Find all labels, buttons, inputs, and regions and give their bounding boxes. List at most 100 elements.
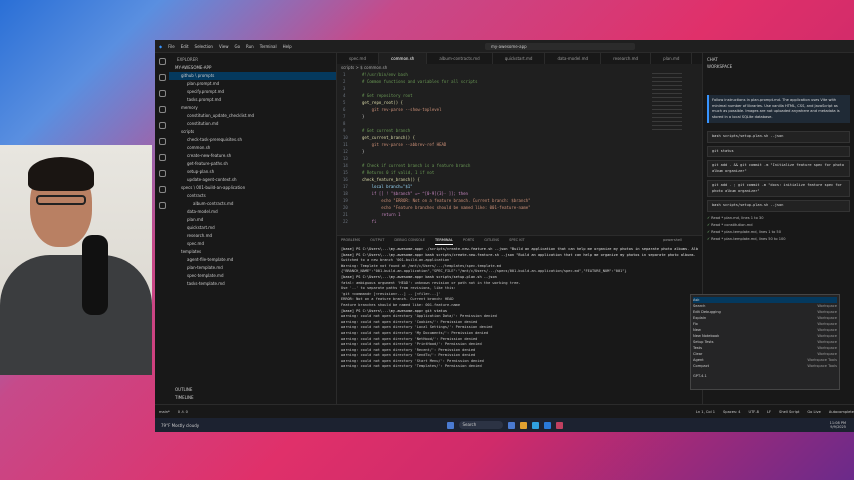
search-icon[interactable] xyxy=(158,74,166,81)
explorer-item[interactable]: memory xyxy=(169,104,336,112)
code-line: 17 local branch="$1" xyxy=(343,183,702,190)
menu-item[interactable]: Terminal xyxy=(260,44,277,49)
line-number: 8 xyxy=(343,121,346,126)
copilot-icon[interactable] xyxy=(158,186,166,193)
panel-tab[interactable]: OUTPUT xyxy=(370,236,384,245)
explorer-item[interactable]: quickstart.md xyxy=(169,224,336,232)
explorer-item[interactable]: plan.md xyxy=(169,216,336,224)
explorer-item[interactable]: constitution.md xyxy=(169,120,336,128)
menu-item[interactable]: Edit xyxy=(181,44,189,49)
code-line: 19 echo "ERROR: Not on a feature branch.… xyxy=(343,197,702,204)
explorer-item[interactable]: templates xyxy=(169,248,336,256)
mode-option[interactable]: Compact Workspace Tools xyxy=(693,363,837,369)
explorer-item[interactable]: scripts xyxy=(169,128,336,136)
menu-item[interactable]: Selection xyxy=(195,44,213,49)
menu-item[interactable]: Go xyxy=(234,44,240,49)
menu-item[interactable]: Run xyxy=(246,44,254,49)
explorer-item[interactable]: plan.prompt.md xyxy=(169,80,336,88)
explorer-item[interactable]: specify.prompt.md xyxy=(169,88,336,96)
explorer-item[interactable]: check-task-prerequisites.sh xyxy=(169,136,336,144)
editor-tab[interactable]: data-model.md xyxy=(545,53,602,64)
chat-mode-dropdown: Ask Search Workspace Edit Debugging Workspac… xyxy=(690,294,840,390)
status-item[interactable]: 0 ⚠ 0 xyxy=(178,410,188,414)
docker-icon[interactable] xyxy=(158,202,166,209)
editor-tab[interactable]: research.md xyxy=(601,53,652,64)
explorer-item[interactable]: get-feature-paths.sh xyxy=(169,160,336,168)
code-line: 1 #!/usr/bin/env bash xyxy=(343,71,702,78)
explorer-item[interactable]: album-contracts.md xyxy=(169,200,336,208)
status-item[interactable]: Go Live xyxy=(807,410,820,414)
explorer-item[interactable]: common.sh xyxy=(169,144,336,152)
explorer-item[interactable]: setup-plan.sh xyxy=(169,168,336,176)
panel-tab[interactable]: PORTS xyxy=(463,236,474,245)
explorer-item[interactable]: spec-template.md xyxy=(169,272,336,280)
explorer-item[interactable]: MY-AWESOME-APP xyxy=(169,64,336,72)
explorer-item[interactable]: tasks.prompt.md xyxy=(169,96,336,104)
explorer-item[interactable]: plan-template.md xyxy=(169,264,336,272)
explorer-item[interactable]: spec.md xyxy=(169,240,336,248)
menu-item[interactable]: File xyxy=(168,44,175,49)
panel-tab[interactable]: SPEC KIT xyxy=(509,236,525,245)
explorer-item[interactable]: github \ prompts xyxy=(169,72,336,80)
status-item[interactable]: Ln 1, Col 1 xyxy=(696,410,715,414)
editor-tab[interactable]: quickstart.md xyxy=(493,53,546,64)
explorer-item[interactable]: create-new-feature.sh xyxy=(169,152,336,160)
status-item[interactable]: Autocomplete xyxy=(829,410,854,414)
menu-item[interactable]: View xyxy=(219,44,229,49)
panel-tab[interactable]: PROBLEMS xyxy=(341,236,360,245)
testing-icon[interactable] xyxy=(158,154,166,161)
explorer-item[interactable]: contracts xyxy=(169,192,336,200)
minimap[interactable] xyxy=(652,73,682,133)
explorer-item[interactable]: research.md xyxy=(169,232,336,240)
app-icon[interactable] xyxy=(519,421,527,429)
explorer-item[interactable]: constitution_update_checklist.md xyxy=(169,112,336,120)
start-icon[interactable] xyxy=(446,421,454,429)
code-text: echo "ERROR: Not on a feature branch. Cu… xyxy=(362,198,531,203)
explorer-item[interactable]: tasks-template.md xyxy=(169,280,336,288)
explorer-item[interactable]: data-model.md xyxy=(169,208,336,216)
source-control-icon[interactable] xyxy=(158,90,166,97)
gitlens-icon[interactable] xyxy=(158,170,166,177)
extensions-icon[interactable] xyxy=(158,138,166,145)
panel-tab[interactable]: GITLENS xyxy=(484,236,499,245)
editor-tab[interactable]: album-contracts.md xyxy=(427,53,493,64)
editor-tab[interactable]: spec.md xyxy=(337,53,379,64)
breadcrumb[interactable]: scripts > $ common.sh xyxy=(337,64,702,71)
run-debug-icon[interactable] xyxy=(158,106,166,113)
vscode-taskbar-icon[interactable] xyxy=(543,421,551,429)
panel-tabs: PROBLEMS OUTPUT DEBUG CONSOLE TERMINAL PORTS… xyxy=(337,236,702,245)
status-item[interactable]: LF xyxy=(767,410,771,414)
explorer-item[interactable]: agent-file-template.md xyxy=(169,256,336,264)
explorer-icon[interactable] xyxy=(158,58,166,65)
explorer-item[interactable]: specs \ 001-build-an-application xyxy=(169,184,336,192)
presenter-glasses xyxy=(36,195,86,205)
status-item[interactable]: UTF-8 xyxy=(748,410,758,414)
status-item[interactable]: Shell Script xyxy=(779,410,799,414)
editor-tab[interactable]: plan.md xyxy=(651,53,693,64)
remote-explorer-icon[interactable] xyxy=(158,122,166,129)
code-line: 8 xyxy=(343,120,702,127)
status-bar: main* 0 ⚠ 0 Ln 1, Col 1 Spaces: 4 UTF-8 LF She… xyxy=(155,404,854,418)
line-number: 3 xyxy=(343,86,346,91)
terminal-shell-name[interactable]: powershell xyxy=(663,236,682,245)
code-line: 6 git rev-parse --show-toplevel xyxy=(343,106,702,113)
status-item[interactable]: main* xyxy=(159,410,170,414)
command-center-search[interactable]: my-awesome-app xyxy=(485,43,635,50)
explorer-item[interactable]: update-agent-context.sh xyxy=(169,176,336,184)
line-number: 12 xyxy=(343,149,348,154)
outline-section[interactable]: OUTLINE xyxy=(169,386,192,394)
app-icon[interactable] xyxy=(531,421,539,429)
app-icon[interactable] xyxy=(555,421,563,429)
menu-item[interactable]: Help xyxy=(283,44,292,49)
terminal-output[interactable]: [base] PS C:\Users\...\my-awesome-app> .… xyxy=(337,245,702,372)
terminal-command: git add . && git commit -m "Initialize f… xyxy=(707,160,850,177)
timeline-section[interactable]: TIMELINE xyxy=(169,394,194,402)
code-view[interactable]: 1 #!/usr/bin/env bash 2 # Common functions … xyxy=(337,71,702,225)
model-picker[interactable]: GPT-4.1 xyxy=(693,373,837,379)
status-item[interactable]: Spaces: 4 xyxy=(723,410,740,414)
app-icon[interactable] xyxy=(507,421,515,429)
panel-tab[interactable]: TERMINAL xyxy=(435,236,453,245)
editor-tab[interactable]: common.sh xyxy=(379,53,428,64)
panel-tab[interactable]: DEBUG CONSOLE xyxy=(394,236,425,245)
taskbar-search[interactable]: Search xyxy=(458,421,503,429)
